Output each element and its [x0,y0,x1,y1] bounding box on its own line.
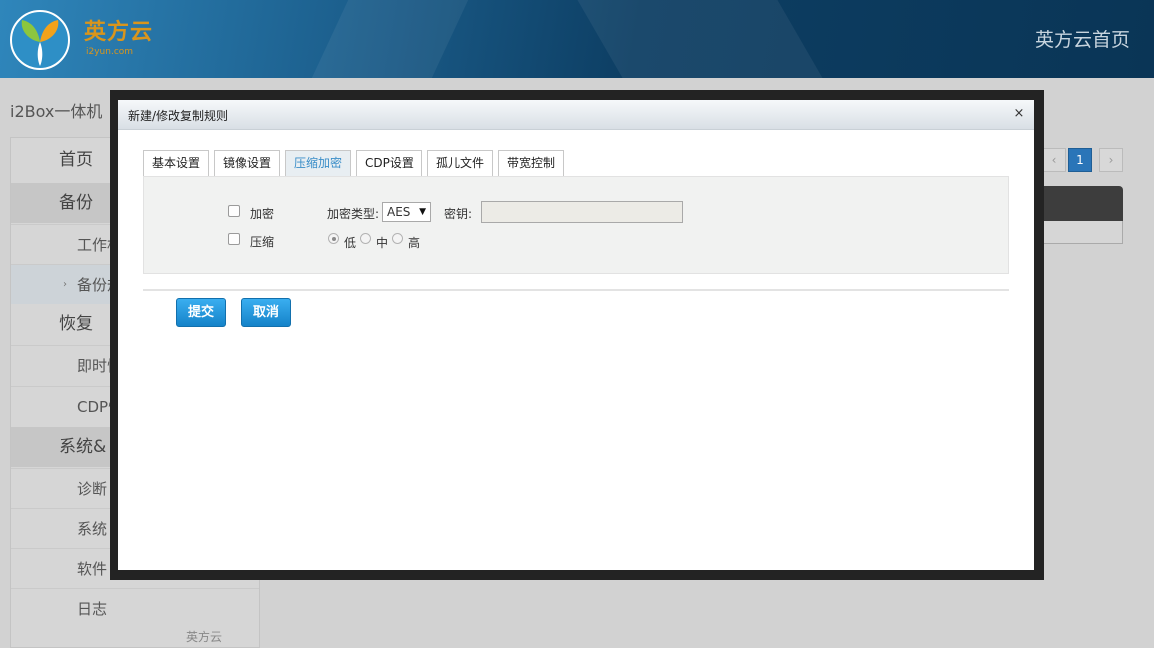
sidebar-item-label: 日志 [77,600,108,618]
logo-text: 英方云 [84,20,154,45]
logo-subtext: i2yun.com [86,47,134,57]
header-decoration [311,0,469,78]
sidebar-item-label: 首页 [59,150,93,170]
pagination-prev[interactable]: ‹ [1042,148,1066,172]
encrypt-type-label: 加密类型: [327,207,380,221]
sidebar-item-label: 诊断 [77,480,108,498]
submit-button[interactable]: 提交 [176,298,227,327]
dialog-titlebar: 新建/修改复制规则 × [118,100,1034,130]
home-link[interactable]: 英方云首页 [1035,25,1130,52]
compress-checkbox[interactable] [228,233,240,245]
caret-down-icon: ▼ [419,207,426,217]
sidebar-item-label: 恢复 [59,314,93,334]
sidebar-footer: 英方云 [186,630,223,644]
compress-level-low-label: 低 [344,236,357,250]
chevron-right-icon: › [63,279,67,290]
breadcrumb: i2Box一体机 [10,102,103,121]
logo-icon [10,10,70,70]
replication-rule-dialog: 新建/修改复制规则 × 基本设置 镜像设置 压缩加密 CDP设置 孤儿文件 带宽… [118,100,1034,570]
dialog-title: 新建/修改复制规则 [128,109,229,123]
cancel-button[interactable]: 取消 [241,298,292,327]
compress-level-high-label: 高 [408,236,421,250]
close-icon[interactable]: × [1012,106,1026,122]
encrypt-label: 加密 [250,207,275,221]
sidebar-item-log[interactable]: 日志 [11,588,259,628]
encrypt-checkbox[interactable] [228,205,240,217]
header-decoration [577,0,823,78]
tab-mirror-settings[interactable]: 镜像设置 [214,150,280,177]
top-header: 英方云 i2yun.com 英方云首页 [0,0,1154,78]
tab-compress-encrypt[interactable]: 压缩加密 [285,150,351,177]
sidebar-item-label: 系统 [77,520,108,538]
tab-bandwidth-control[interactable]: 带宽控制 [498,150,564,177]
sidebar-item-label: 备份 [59,193,93,213]
tab-orphan-files[interactable]: 孤儿文件 [427,150,493,177]
sidebar-item-label: 软件 [77,560,108,578]
pagination-current[interactable]: 1 [1068,148,1092,172]
encrypt-type-select[interactable]: AES ▼ [382,202,431,222]
sidebar-item-label: 系统& [59,437,107,457]
form-divider [143,289,1009,291]
compress-level-low-radio[interactable] [328,233,339,244]
key-input[interactable] [481,201,683,223]
compress-level-medium-radio[interactable] [360,233,371,244]
compress-level-medium-label: 中 [376,236,389,250]
tab-cdp-settings[interactable]: CDP设置 [356,150,422,177]
key-label: 密钥: [444,207,473,221]
compress-label: 压缩 [250,235,275,249]
pagination-next[interactable]: › [1099,148,1123,172]
compress-encrypt-panel: 加密 加密类型: AES ▼ 密钥: 压缩 低 中 高 [143,176,1009,274]
tab-basic-settings[interactable]: 基本设置 [143,150,209,177]
compress-level-high-radio[interactable] [392,233,403,244]
encrypt-type-value: AES [387,205,411,219]
